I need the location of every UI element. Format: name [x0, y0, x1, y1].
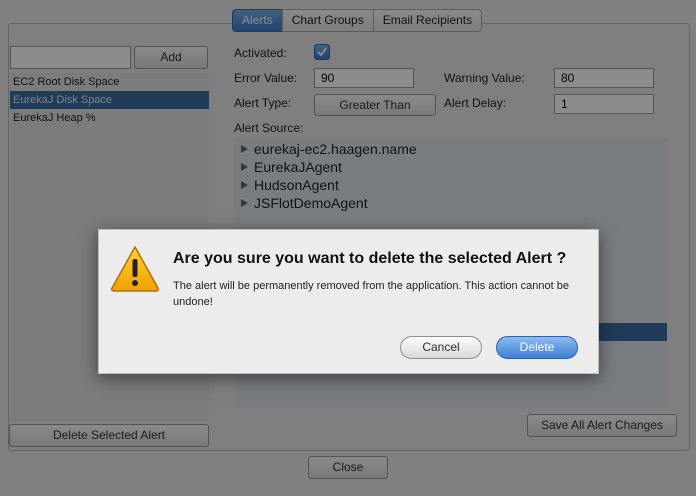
dialog-title: Are you sure you want to delete the sele… — [173, 250, 567, 267]
dialog-message: The alert will be permanently removed fr… — [173, 280, 570, 308]
cancel-button[interactable]: Cancel — [400, 336, 482, 359]
delete-button[interactable]: Delete — [496, 336, 578, 359]
warning-icon — [111, 245, 159, 292]
delete-confirm-dialog: Are you sure you want to delete the sele… — [98, 229, 599, 374]
